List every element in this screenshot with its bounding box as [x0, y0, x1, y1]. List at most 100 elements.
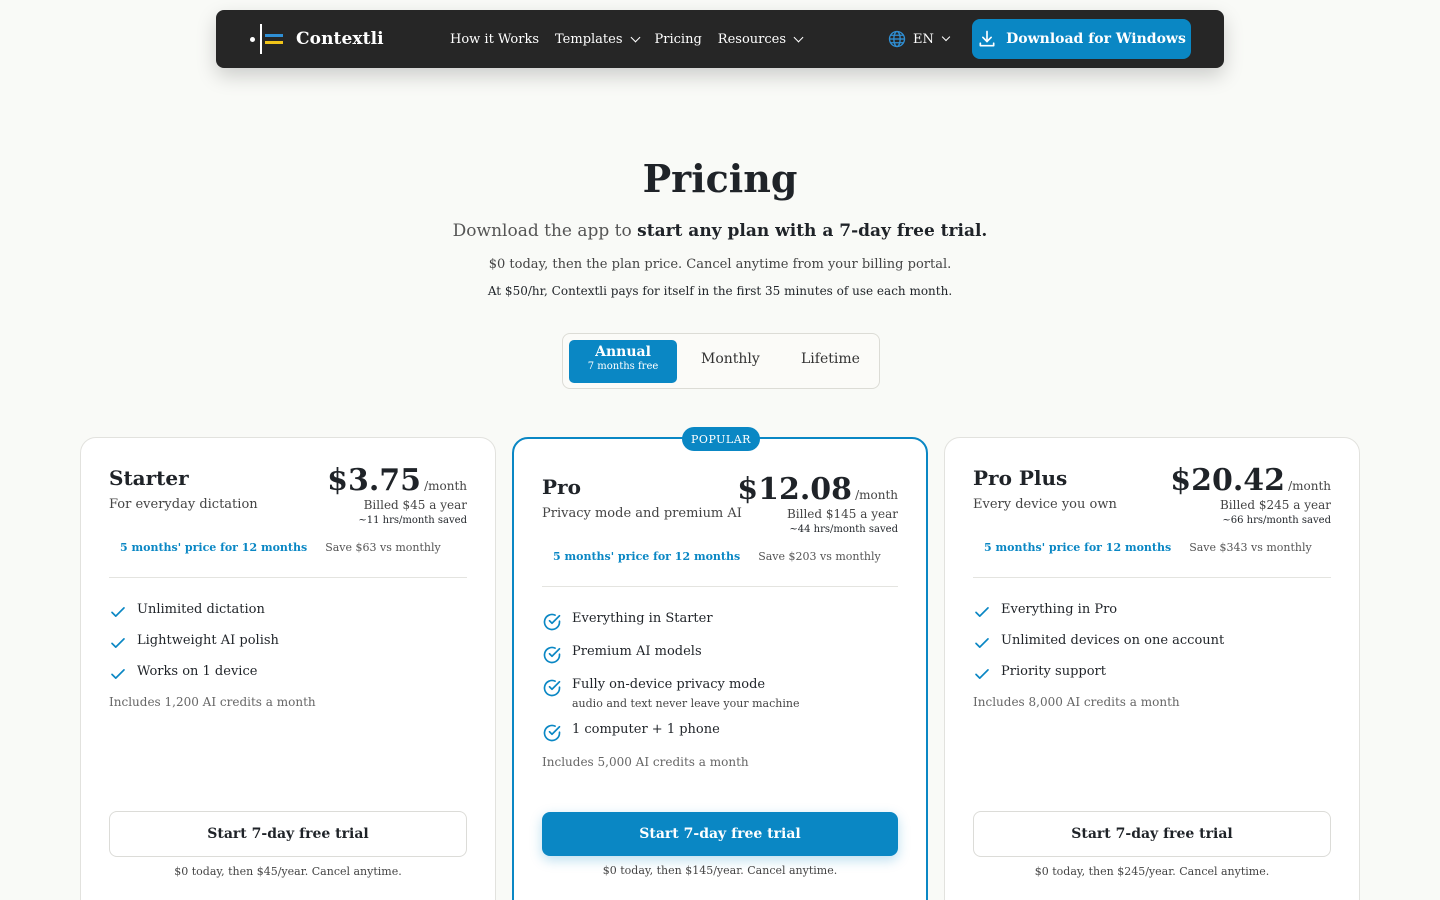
credits-text: Includes 5,000 AI credits a month [542, 755, 749, 769]
page-title: Pricing [642, 156, 798, 201]
check-icon [111, 607, 125, 617]
check-icon [111, 638, 125, 648]
feature-text: Premium AI models [572, 644, 702, 659]
feature-item: Everything in Starter [542, 611, 898, 632]
plan-price: $20.42 [1170, 463, 1286, 498]
chevron-down-icon [630, 32, 640, 42]
language-selector[interactable]: EN [888, 10, 951, 68]
divider [109, 577, 467, 578]
feature-item: Priority support [973, 664, 1331, 683]
credits-text: Includes 8,000 AI credits a month [973, 695, 1180, 709]
feature-list: Everything in Pro Unlimited devices on o… [973, 602, 1331, 683]
price-block: $12.08/month Billed $145 a year ~44 hrs/… [737, 472, 898, 535]
feature-text: Everything in Starter [572, 611, 713, 626]
check-circle-icon [543, 613, 561, 631]
saved-text: ~44 hrs/month saved [789, 524, 898, 535]
check-circle-icon [543, 646, 561, 664]
feature-item: Fully on-device privacy mode audio and t… [542, 677, 898, 710]
cta-note: $0 today, then $45/year. Cancel anytime. [174, 865, 402, 878]
nav-link-label: Templates [555, 31, 623, 47]
start-trial-button-starter[interactable]: Start 7-day free trial [109, 811, 467, 857]
brand-name: Contextli [296, 29, 384, 49]
feature-item: Unlimited devices on one account [973, 633, 1331, 652]
hero-line-2: $0 today, then the plan price. Cancel an… [488, 257, 952, 272]
feature-item: Works on 1 device [109, 664, 467, 683]
nav-link-pricing[interactable]: Pricing [655, 32, 702, 47]
nav-links: How it Works Templates Pricing Resources [450, 10, 818, 68]
deal-row: 5 months' price for 12 months Save $343 … [973, 541, 1331, 554]
deal-text: 5 months' price for 12 months [984, 541, 1172, 554]
billed-text: Billed $145 a year [786, 507, 898, 521]
price-period: /month [855, 488, 898, 502]
toggle-annual[interactable]: Annual 7 months free [569, 340, 677, 383]
billed-text: Billed $45 a year [363, 498, 467, 512]
save-text: Save $63 vs monthly [325, 541, 441, 554]
hero-line-3: At $50/hr, Contextli pays for itself in … [487, 284, 953, 298]
saved-text: ~11 hrs/month saved [358, 515, 467, 526]
feature-item: 1 computer + 1 phone [542, 722, 898, 743]
start-trial-button-pro[interactable]: Start 7-day free trial [542, 812, 898, 856]
plan-price: $3.75 [327, 463, 422, 498]
feature-item: Premium AI models [542, 644, 898, 665]
deal-row: 5 months' price for 12 months Save $203 … [542, 550, 898, 563]
plan-price: $12.08 [737, 472, 853, 507]
download-button[interactable]: Download for Windows [972, 19, 1191, 59]
nav-link-how-it-works[interactable]: How it Works [450, 32, 539, 47]
feature-list: Unlimited dictation Lightweight AI polis… [109, 602, 467, 683]
credits-text: Includes 1,200 AI credits a month [109, 695, 316, 709]
check-icon [975, 669, 989, 679]
divider [973, 577, 1331, 578]
nav-link-label: How it Works [450, 31, 540, 47]
globe-icon [888, 30, 906, 48]
nav-link-label: Pricing [654, 31, 702, 47]
plan-card-starter: Starter For everyday dictation $3.75/mon… [80, 437, 496, 900]
price-block: $3.75/month Billed $45 a year ~11 hrs/mo… [327, 463, 467, 526]
feature-item: Lightweight AI polish [109, 633, 467, 652]
deal-text: 5 months' price for 12 months [120, 541, 308, 554]
hero-subtitle-prefix: Download the app to [452, 221, 638, 241]
toggle-lifetime[interactable]: Lifetime [801, 351, 860, 367]
brand-link[interactable]: Contextli [250, 24, 384, 54]
download-icon [979, 30, 995, 47]
feature-text: Priority support [1001, 664, 1106, 679]
language-label: EN [913, 31, 934, 47]
check-circle-icon [543, 724, 561, 742]
download-label: Download for Windows [1006, 31, 1186, 47]
feature-text: 1 computer + 1 phone [572, 722, 720, 737]
price-period: /month [1288, 479, 1331, 493]
feature-text: Works on 1 device [137, 664, 258, 679]
price-period: /month [424, 479, 467, 493]
deal-row: 5 months' price for 12 months Save $63 v… [109, 541, 467, 554]
cta-note: $0 today, then $245/year. Cancel anytime… [1034, 865, 1270, 878]
save-text: Save $203 vs monthly [758, 550, 881, 563]
toggle-monthly[interactable]: Monthly [701, 351, 760, 367]
feature-note: audio and text never leave your machine [572, 697, 800, 710]
feature-text: Fully on-device privacy mode [572, 677, 766, 692]
feature-text: Lightweight AI polish [137, 633, 279, 648]
check-icon [111, 669, 125, 679]
toggle-annual-sub: 7 months free [587, 361, 659, 372]
top-nav: Contextli How it Works Templates Pricing… [216, 10, 1224, 68]
check-icon [975, 607, 989, 617]
feature-text: Unlimited devices on one account [1001, 633, 1225, 648]
chevron-down-icon [793, 32, 804, 42]
save-text: Save $343 vs monthly [1189, 541, 1312, 554]
plan-card-pro: POPULAR Pro Privacy mode and premium AI … [512, 427, 928, 900]
deal-text: 5 months' price for 12 months [553, 550, 741, 563]
nav-link-resources[interactable]: Resources [717, 31, 804, 47]
plan-card-pro-plus: Pro Plus Every device you own $20.42/mon… [944, 437, 1360, 900]
check-icon [975, 638, 989, 648]
popular-badge: POPULAR [682, 427, 760, 451]
feature-item: Unlimited dictation [109, 602, 467, 621]
cta-note: $0 today, then $145/year. Cancel anytime… [602, 864, 838, 877]
billing-toggle: Annual 7 months free Monthly Lifetime [562, 333, 880, 389]
nav-link-label: Resources [717, 31, 787, 47]
nav-link-templates[interactable]: Templates [555, 31, 640, 47]
billed-text: Billed $245 a year [1219, 498, 1331, 512]
start-trial-button-pro-plus[interactable]: Start 7-day free trial [973, 811, 1331, 857]
toggle-annual-label: Annual [595, 344, 651, 360]
check-circle-icon [543, 679, 561, 697]
price-block: $20.42/month Billed $245 a year ~66 hrs/… [1170, 463, 1331, 526]
feature-list: Everything in Starter Premium AI models … [542, 611, 898, 743]
saved-text: ~66 hrs/month saved [1222, 515, 1331, 526]
